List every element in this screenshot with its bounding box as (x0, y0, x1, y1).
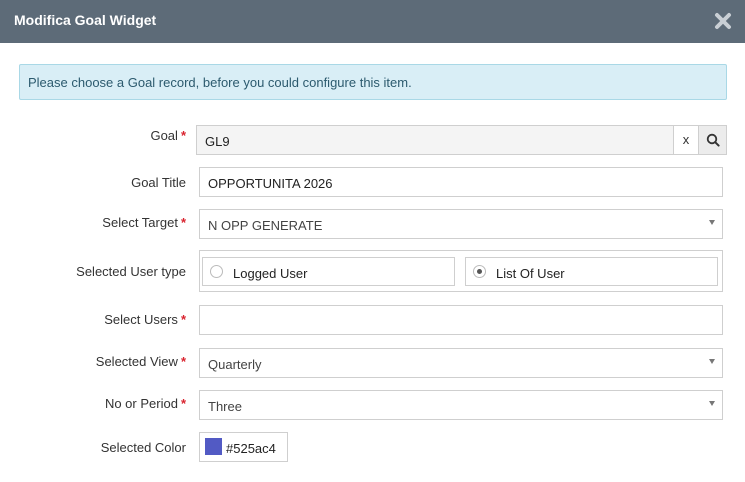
select-target-label: Select Target * (102, 215, 186, 230)
dialog-header: Modifica Goal Widget (0, 0, 745, 43)
color-value: #525ac4 (226, 441, 276, 456)
radio-label: List Of User (496, 266, 565, 281)
no-of-period-label: No or Period * (104, 396, 186, 411)
user-type-label: Selected User type (76, 264, 186, 279)
select-users-label: Select Users * (104, 312, 186, 327)
goal-title-label: Goal Title (131, 175, 186, 190)
chevron-down-icon (709, 401, 715, 406)
search-goal-button[interactable] (698, 125, 727, 155)
selected-view-dropdown[interactable]: Quarterly (199, 348, 723, 378)
color-swatch (205, 438, 222, 455)
chevron-down-icon (709, 220, 715, 225)
radio-label: Logged User (233, 266, 308, 281)
goal-label: Goal * (150, 128, 186, 143)
info-alert: Please choose a Goal record, before you … (19, 64, 727, 100)
select-users-input[interactable] (199, 305, 723, 335)
selected-color-label: Selected Color (100, 440, 186, 455)
goal-input[interactable]: GL9 (196, 125, 674, 155)
radio-list-of-user[interactable]: List Of User (465, 257, 718, 286)
close-icon[interactable] (713, 11, 733, 31)
dialog-title: Modifica Goal Widget (14, 12, 157, 28)
clear-goal-button[interactable]: x (673, 125, 699, 155)
no-of-period-value: Three (208, 399, 242, 414)
goal-title-input[interactable]: OPPORTUNITA 2026 (199, 167, 723, 197)
selected-view-value: Quarterly (208, 357, 262, 372)
search-icon (706, 133, 720, 150)
radio-logged-user[interactable]: Logged User (202, 257, 455, 286)
selected-view-label: Selected View * (95, 354, 186, 369)
radio-circle-selected (473, 265, 486, 278)
no-of-period-dropdown[interactable]: Three (199, 390, 723, 420)
select-target-value: N OPP GENERATE (208, 218, 323, 233)
color-picker[interactable]: #525ac4 (199, 432, 288, 462)
chevron-down-icon (709, 359, 715, 364)
select-target-dropdown[interactable]: N OPP GENERATE (199, 209, 723, 239)
radio-circle (210, 265, 223, 278)
